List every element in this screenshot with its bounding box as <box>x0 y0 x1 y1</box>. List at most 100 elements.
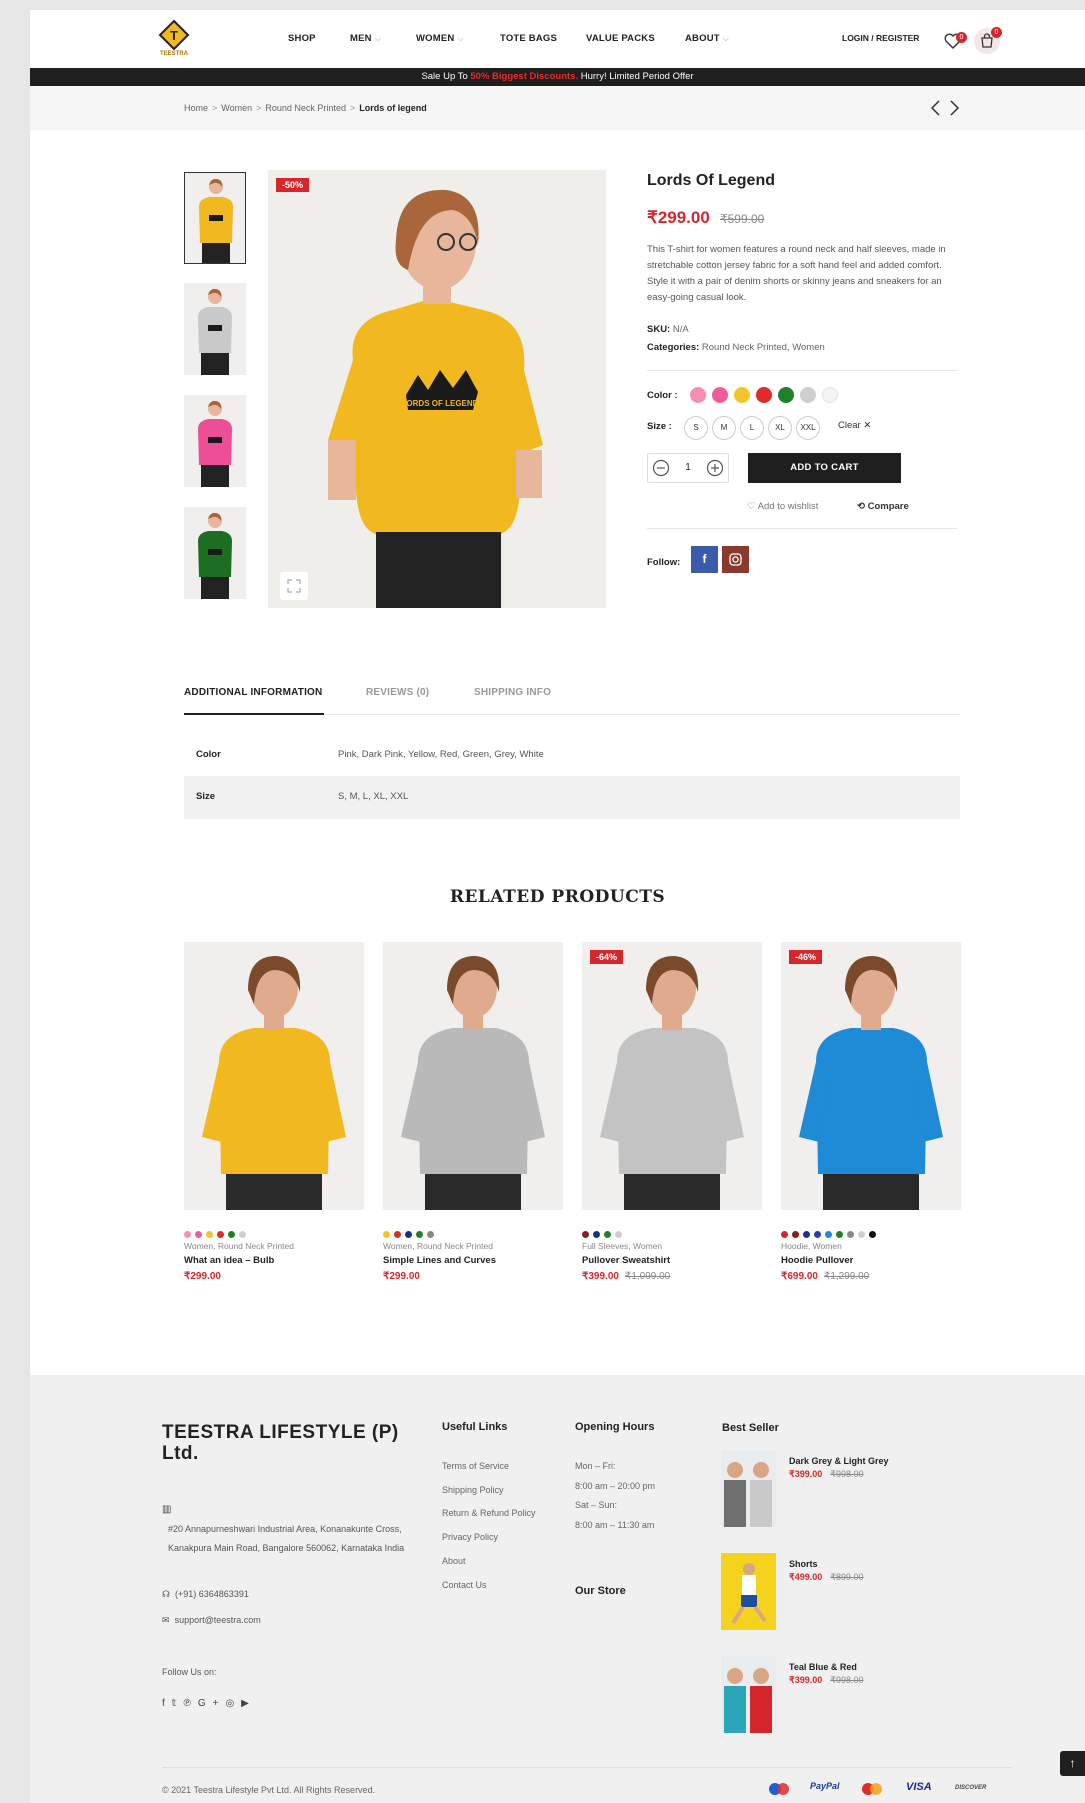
gallery-thumb-yellow[interactable] <box>184 172 246 264</box>
breadcrumb-women[interactable]: Women <box>221 103 252 113</box>
product-card-name[interactable]: Pullover Sweatshirt <box>582 1255 670 1266</box>
breadcrumb-category[interactable]: Round Neck Printed <box>265 103 346 113</box>
product-card-name[interactable]: Hoodie Pullover <box>781 1255 853 1266</box>
facebook-share-button[interactable]: f <box>691 546 718 573</box>
cart-button[interactable]: 0 <box>974 27 1002 54</box>
best-seller-name[interactable]: Teal Blue & Red <box>789 1662 857 1672</box>
gallery-thumb-green[interactable] <box>184 507 246 599</box>
best-seller-name[interactable]: Shorts <box>789 1559 818 1569</box>
login-register-link[interactable]: LOGIN / REGISTER <box>842 33 919 43</box>
color-swatch[interactable] <box>756 387 772 403</box>
footer-link-terms[interactable]: Terms of Service <box>442 1461 509 1471</box>
color-dot[interactable] <box>858 1231 865 1238</box>
quantity-increase-button[interactable] <box>706 459 724 477</box>
nav-tote-bags[interactable]: TOTE BAGS <box>500 33 557 44</box>
breadcrumb-home[interactable]: Home <box>184 103 208 113</box>
clear-selection-button[interactable]: Clear ✕ <box>838 420 871 431</box>
youtube-icon[interactable]: ▶ <box>241 1698 256 1709</box>
product-card-image[interactable] <box>184 942 364 1210</box>
color-dot[interactable] <box>825 1231 832 1238</box>
product-card-category[interactable]: Hoodie, Women <box>781 1241 842 1251</box>
color-dot[interactable] <box>195 1231 202 1238</box>
zoom-button[interactable] <box>280 572 308 600</box>
best-seller-image[interactable] <box>721 1553 776 1630</box>
product-card-category[interactable]: Women, Round Neck Printed <box>184 1241 294 1251</box>
compare-link[interactable]: ⟲ Compare <box>857 501 909 512</box>
tab-reviews[interactable]: REVIEWS (0) <box>366 687 429 698</box>
color-dot[interactable] <box>206 1231 213 1238</box>
color-dot[interactable] <box>803 1231 810 1238</box>
color-dot[interactable] <box>184 1231 191 1238</box>
best-seller-image[interactable] <box>721 1656 776 1733</box>
google-plus-icon[interactable]: G+ <box>198 1698 226 1709</box>
color-dot[interactable] <box>869 1231 876 1238</box>
next-product-button[interactable] <box>944 98 964 118</box>
pinterest-icon[interactable]: ℗ <box>183 1698 197 1709</box>
tab-shipping-info[interactable]: SHIPPING INFO <box>474 687 551 698</box>
nav-value-packs[interactable]: VALUE PACKS <box>586 33 655 44</box>
color-dot[interactable] <box>416 1231 423 1238</box>
color-dot[interactable] <box>615 1231 622 1238</box>
size-option-l[interactable]: L <box>740 416 764 440</box>
color-dot[interactable] <box>239 1231 246 1238</box>
color-dot[interactable] <box>228 1231 235 1238</box>
twitter-icon[interactable]: 𝕥 <box>172 1698 184 1709</box>
best-seller-image[interactable] <box>721 1450 776 1527</box>
nav-shop[interactable]: SHOP <box>288 33 316 44</box>
color-dot[interactable] <box>394 1231 401 1238</box>
color-dot[interactable] <box>781 1231 788 1238</box>
categories-links[interactable]: Round Neck Printed, Women <box>702 342 825 353</box>
wishlist-button[interactable]: 0 <box>940 28 967 54</box>
size-option-xl[interactable]: XL <box>768 416 792 440</box>
footer-link-privacy[interactable]: Privacy Policy <box>442 1532 498 1542</box>
facebook-icon[interactable]: f <box>162 1698 172 1709</box>
footer-link-shipping[interactable]: Shipping Policy <box>442 1485 504 1495</box>
nav-women[interactable]: WOMEN ⌵ <box>416 33 464 44</box>
color-dot[interactable] <box>604 1231 611 1238</box>
product-card-name[interactable]: Simple Lines and Curves <box>383 1255 496 1266</box>
footer-link-about[interactable]: About <box>442 1556 466 1566</box>
color-dot[interactable] <box>814 1231 821 1238</box>
color-dot[interactable] <box>593 1231 600 1238</box>
color-dot[interactable] <box>405 1231 412 1238</box>
color-swatch[interactable] <box>712 387 728 403</box>
gallery-thumb-grey[interactable] <box>184 283 246 375</box>
color-dot[interactable] <box>383 1231 390 1238</box>
prev-product-button[interactable] <box>926 98 946 118</box>
color-swatch[interactable] <box>778 387 794 403</box>
size-option-xxl[interactable]: XXL <box>796 416 820 440</box>
footer-link-refund[interactable]: Return & Refund Policy <box>442 1508 536 1518</box>
color-dot[interactable] <box>217 1231 224 1238</box>
best-seller-name[interactable]: Dark Grey & Light Grey <box>789 1456 889 1466</box>
color-dot[interactable] <box>582 1231 589 1238</box>
color-dot[interactable] <box>847 1231 854 1238</box>
quantity-input[interactable]: 1 <box>678 462 698 473</box>
color-dot[interactable] <box>427 1231 434 1238</box>
color-swatch[interactable] <box>800 387 816 403</box>
quantity-decrease-button[interactable] <box>652 459 670 477</box>
nav-about[interactable]: ABOUT ⌵ <box>685 33 729 44</box>
add-to-cart-button[interactable]: ADD TO CART <box>748 453 901 483</box>
size-option-m[interactable]: M <box>712 416 736 440</box>
color-swatch[interactable] <box>690 387 706 403</box>
gallery-thumb-pink[interactable] <box>184 395 246 487</box>
site-logo[interactable]: T TEESTRA <box>152 18 196 60</box>
back-to-top-button[interactable]: ↑ <box>1060 1751 1085 1776</box>
footer-link-contact[interactable]: Contact Us <box>442 1580 487 1590</box>
tab-additional-information[interactable]: ADDITIONAL INFORMATION <box>184 687 322 698</box>
color-dot[interactable] <box>792 1231 799 1238</box>
product-card-category[interactable]: Full Sleeves, Women <box>582 1241 662 1251</box>
product-card-category[interactable]: Women, Round Neck Printed <box>383 1241 493 1251</box>
add-to-wishlist-link[interactable]: ♡ Add to wishlist <box>747 501 818 512</box>
color-swatch[interactable] <box>822 387 838 403</box>
product-main-image[interactable]: LORDS OF LEGEND -50% <box>268 170 606 608</box>
instagram-icon[interactable]: ◎ <box>225 1698 241 1709</box>
product-card-image[interactable] <box>582 942 762 1210</box>
product-card-name[interactable]: What an idea – Bulb <box>184 1255 274 1266</box>
color-swatch[interactable] <box>734 387 750 403</box>
product-card-image[interactable] <box>383 942 563 1210</box>
footer-email[interactable]: support@teestra.com <box>175 1615 261 1625</box>
nav-men[interactable]: MEN ⌵ <box>350 33 381 44</box>
product-card-image[interactable] <box>781 942 961 1210</box>
size-option-s[interactable]: S <box>684 416 708 440</box>
